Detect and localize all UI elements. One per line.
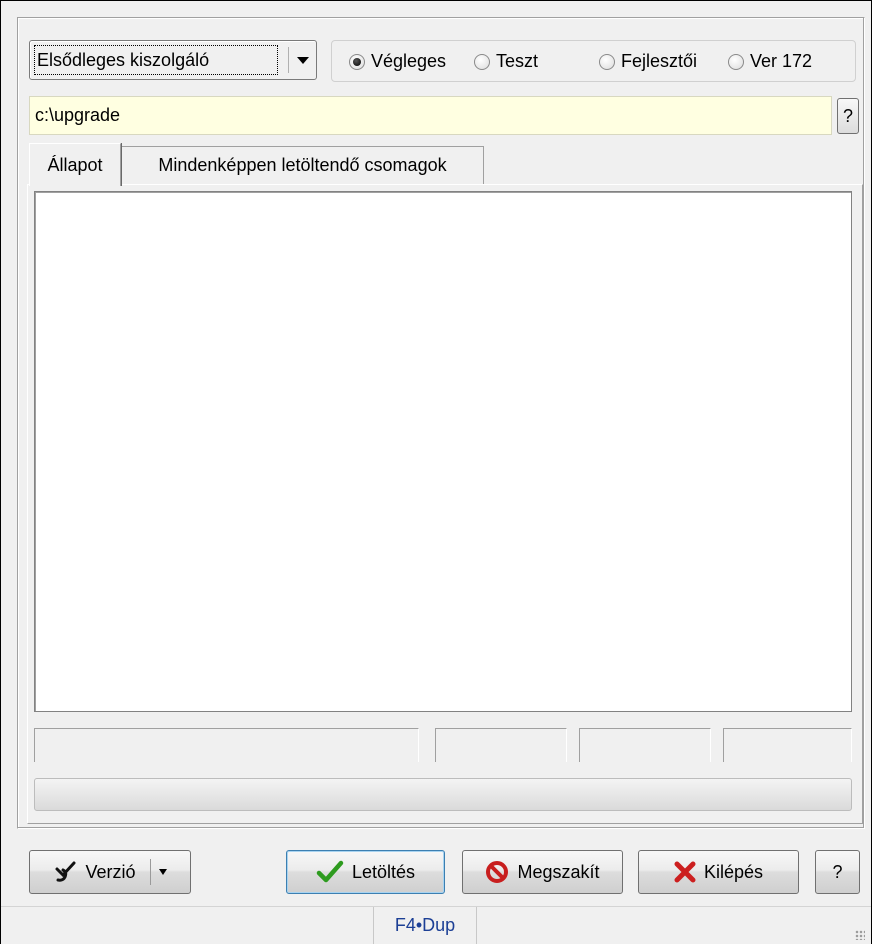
radio-label: Teszt [496, 51, 539, 71]
exit-button[interactable]: Kilépés [638, 850, 799, 894]
checkmark-icon [316, 860, 344, 884]
chevron-down-icon[interactable] [297, 57, 309, 64]
close-icon [674, 861, 696, 883]
help-button[interactable]: ? [815, 850, 860, 894]
version-icon [53, 860, 77, 884]
server-select-value: Elsődleges kiszolgáló [34, 45, 278, 75]
path-help-button[interactable]: ? [837, 98, 859, 134]
radio-unchecked-icon[interactable] [599, 53, 615, 70]
radio-checked-icon[interactable] [349, 53, 365, 70]
server-select-separator [288, 47, 289, 73]
tab-mindenkeppen[interactable]: Mindenképpen letöltendő csomagok [121, 146, 484, 184]
shortcut-dup[interactable]: F4•Dup [373, 907, 477, 944]
radio-label: Végleges [371, 51, 447, 71]
download-button[interactable]: Letöltés [286, 850, 445, 894]
radio-unchecked-icon[interactable] [728, 53, 744, 70]
status-log-list[interactable] [34, 191, 852, 712]
abort-button[interactable]: Megszakít [462, 850, 623, 894]
exit-label: Kilépés [703, 861, 764, 882]
version-button[interactable]: Verzió [29, 850, 191, 894]
radio-label: Ver 172 [750, 51, 813, 71]
radio-label: Fejlesztői [621, 51, 698, 71]
status-bar: F4•Dup [1, 906, 871, 944]
radio-teszt[interactable]: Teszt [474, 51, 538, 72]
radio-ver172[interactable]: Ver 172 [728, 51, 812, 72]
version-label: Verzió [85, 861, 136, 882]
download-label: Letöltés [351, 861, 416, 882]
resize-grip-icon[interactable] [855, 930, 865, 940]
upgrade-path-field[interactable]: c:\upgrade [29, 96, 832, 135]
release-radio-group: Végleges Teszt Fejlesztői Ver 172 [331, 40, 856, 82]
status-field-3 [579, 728, 711, 762]
radio-unchecked-icon[interactable] [474, 53, 490, 70]
server-select[interactable]: Elsődleges kiszolgáló [29, 40, 317, 80]
prohibited-icon [485, 860, 509, 884]
status-field-2 [435, 728, 567, 762]
abort-label: Megszakít [517, 861, 600, 882]
status-field-4 [723, 728, 852, 762]
tab-allapot[interactable]: Állapot [29, 143, 121, 186]
status-field-1 [34, 728, 419, 762]
download-progress-bar [34, 778, 852, 811]
radio-fejlesztoi[interactable]: Fejlesztői [599, 51, 697, 72]
radio-vegleges[interactable]: Végleges [349, 51, 446, 72]
dropdown-arrow-icon[interactable] [158, 869, 167, 875]
split-separator [149, 859, 151, 885]
